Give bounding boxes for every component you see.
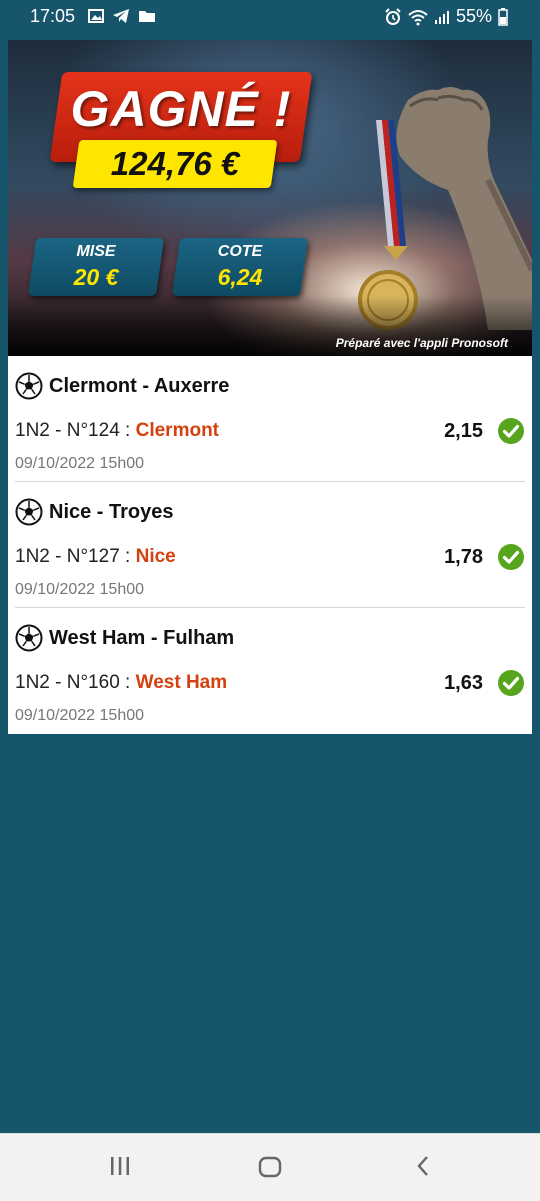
folder-icon (139, 11, 155, 22)
match-title: West Ham - Fulham (49, 627, 235, 649)
headline: GAGNÉ ! (70, 81, 292, 137)
bet-list: Clermont - Auxerre 1N2 - N°124 : Clermon… (8, 356, 532, 734)
match-date: 09/10/2022 15h00 (15, 455, 145, 472)
odds-value: 6,24 (217, 264, 263, 290)
fist-medal-illustration (358, 87, 532, 330)
gallery-icon (88, 9, 104, 23)
back-icon[interactable] (412, 1154, 436, 1178)
match-date: 09/10/2022 15h00 (15, 581, 145, 598)
check-circle-icon (498, 670, 524, 696)
recent-apps-icon[interactable] (108, 1154, 132, 1178)
pick-prefix: 1N2 - N°124 : (15, 420, 136, 441)
list-item[interactable]: Clermont - Auxerre 1N2 - N°124 : Clermon… (15, 356, 525, 482)
list-item[interactable]: Nice - Troyes 1N2 - N°127 : Nice 1,78 09… (15, 482, 525, 608)
list-item[interactable]: West Ham - Fulham 1N2 - N°160 : West Ham… (15, 608, 525, 733)
clock: 17:05 (30, 6, 76, 26)
telegram-icon (113, 9, 129, 23)
match-date: 09/10/2022 15h00 (15, 707, 145, 724)
soccer-ball-icon (15, 498, 43, 526)
soccer-ball-icon (15, 372, 43, 400)
battery-percent: 55% (455, 6, 492, 26)
home-icon[interactable] (257, 1154, 283, 1180)
status-bar: 17:05 55% (0, 0, 540, 34)
match-title: Nice - Troyes (49, 501, 174, 523)
signal-icon (434, 10, 449, 24)
match-odds: 1,78 (444, 546, 483, 568)
alarm-icon (385, 7, 401, 25)
pick: 1N2 - N°127 : Nice (15, 546, 176, 568)
win-banner: GAGNÉ ! 124,76 € MISE 20 € COTE 6,24 Pré… (8, 40, 532, 356)
pick-prefix: 1N2 - N°160 : (15, 672, 136, 693)
match-title: Clermont - Auxerre (49, 375, 230, 397)
match-odds: 2,15 (444, 420, 483, 442)
soccer-ball-icon (15, 624, 43, 652)
pick-prefix: 1N2 - N°127 : (15, 546, 136, 567)
pick-team: Nice (135, 546, 176, 567)
win-amount: 124,76 € (110, 145, 240, 182)
pick-team: West Ham (135, 672, 228, 693)
match-odds: 1,63 (444, 672, 483, 694)
pick-team: Clermont (135, 420, 220, 441)
check-circle-icon (498, 418, 524, 444)
pick: 1N2 - N°160 : West Ham (15, 672, 227, 694)
odds-label: COTE (217, 243, 263, 260)
pick: 1N2 - N°124 : Clermont (15, 420, 219, 442)
battery-icon (498, 7, 508, 26)
stake-value: 20 € (73, 264, 119, 290)
system-nav-bar (0, 1133, 540, 1201)
credit-text: Préparé avec l'appli Pronosoft (335, 336, 508, 350)
stake-label: MISE (76, 243, 116, 260)
check-circle-icon (498, 544, 524, 570)
wifi-icon (408, 9, 428, 25)
